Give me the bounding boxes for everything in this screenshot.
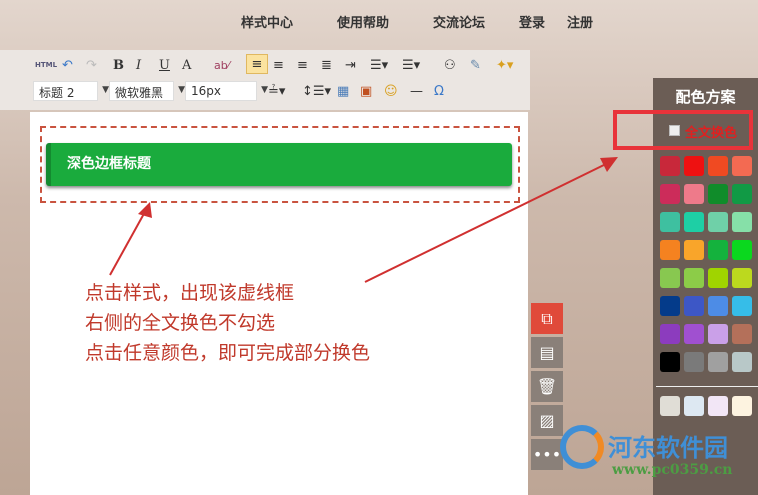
color-swatch[interactable] [684, 212, 704, 232]
watermark-name: 河东软件园 [608, 433, 728, 462]
arrow-to-checkbox [364, 161, 611, 283]
color-swatch[interactable] [660, 184, 680, 204]
more-icon[interactable]: ••• [531, 439, 563, 470]
color-swatch[interactable] [684, 268, 704, 288]
color-swatch[interactable] [708, 240, 728, 260]
color-swatch[interactable] [732, 184, 752, 204]
full-text-recolor-label[interactable]: 全文换色 [685, 122, 737, 141]
palette-divider [656, 386, 758, 387]
color-swatch[interactable] [684, 156, 704, 176]
color-swatch[interactable] [708, 396, 728, 416]
color-swatch[interactable] [708, 296, 728, 316]
full-text-recolor-checkbox[interactable] [669, 125, 680, 136]
color-swatch[interactable] [732, 240, 752, 260]
color-swatch[interactable] [684, 396, 704, 416]
annotation-arrows [109, 157, 618, 283]
color-swatch[interactable] [732, 324, 752, 344]
color-swatch[interactable] [684, 352, 704, 372]
color-swatch[interactable] [660, 352, 680, 372]
color-swatch[interactable] [732, 352, 752, 372]
color-swatch[interactable] [732, 396, 752, 416]
watermark-logo [560, 425, 604, 469]
trash-icon[interactable]: 🗑 [531, 371, 563, 402]
copy-icon[interactable]: ⧉ [531, 303, 563, 334]
color-swatch[interactable] [684, 296, 704, 316]
color-swatch[interactable] [732, 156, 752, 176]
color-swatch[interactable] [708, 352, 728, 372]
color-swatch[interactable] [708, 212, 728, 232]
panel-title: 配色方案 [675, 88, 736, 106]
note-line-1: 点击样式，出现该虚线框 [85, 282, 295, 304]
color-swatch[interactable] [684, 184, 704, 204]
color-swatch[interactable] [660, 396, 680, 416]
arrow-to-frame [109, 209, 147, 276]
note-line-2: 右侧的全文换色不勾选 [85, 312, 276, 334]
color-swatch[interactable] [684, 240, 704, 260]
color-swatch[interactable] [732, 296, 752, 316]
color-swatch[interactable] [660, 296, 680, 316]
color-swatch[interactable] [660, 324, 680, 344]
note-line-3: 点击任意颜色，即可完成部分换色 [85, 342, 371, 364]
color-swatch[interactable] [684, 324, 704, 344]
color-swatch[interactable] [660, 268, 680, 288]
arrow-head [138, 202, 152, 218]
save-icon[interactable]: ▤ [531, 337, 563, 368]
color-swatch[interactable] [708, 268, 728, 288]
watermark-url: www.pc0359.cn [612, 462, 733, 478]
image-icon[interactable]: ▨ [531, 405, 563, 436]
color-swatch[interactable] [660, 212, 680, 232]
color-swatch[interactable] [708, 184, 728, 204]
color-swatch[interactable] [732, 268, 752, 288]
color-swatch[interactable] [732, 212, 752, 232]
color-swatch[interactable] [660, 240, 680, 260]
color-swatch[interactable] [660, 156, 680, 176]
color-swatch[interactable] [708, 324, 728, 344]
color-swatch[interactable] [708, 156, 728, 176]
